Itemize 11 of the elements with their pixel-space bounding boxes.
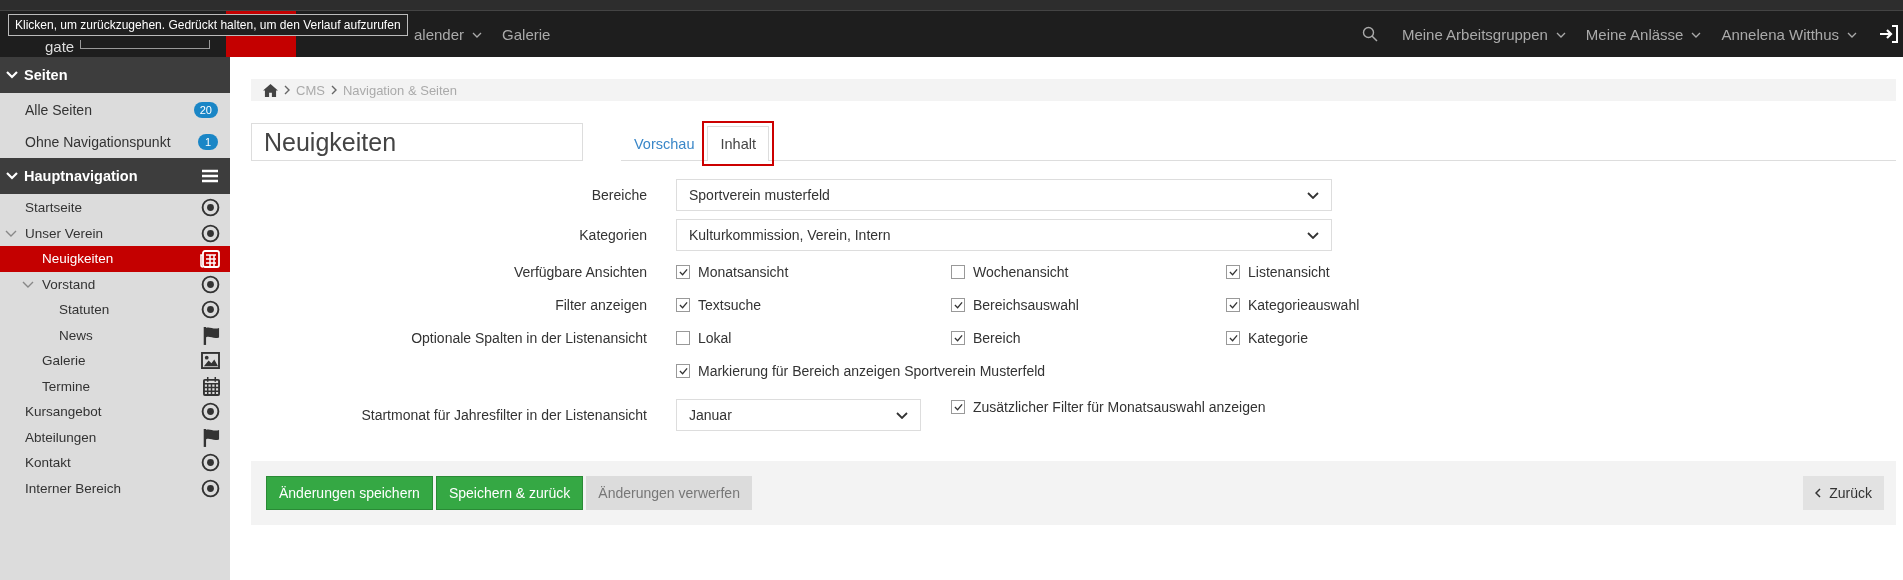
tooltip: Klicken, um zurückzugehen. Gedrückt halten, um den Verlauf aufzurufen	[8, 14, 408, 36]
section-title: Seiten	[24, 67, 69, 83]
field-label: Verfügbare Ansichten	[513, 263, 647, 280]
field-label: Filter anzeigen	[555, 296, 647, 313]
count-badge: 1	[198, 134, 218, 150]
count-badge: 20	[193, 102, 218, 118]
section-title: Hauptnavigation	[24, 168, 139, 184]
field-label: Bereiche	[591, 187, 647, 203]
field-label: Startmonat für Jahresfilter in der Listenansicht	[361, 407, 647, 423]
field-label: Kategorien	[579, 227, 647, 243]
field-label: Optionale Spalten in der Listenansicht	[411, 329, 647, 346]
